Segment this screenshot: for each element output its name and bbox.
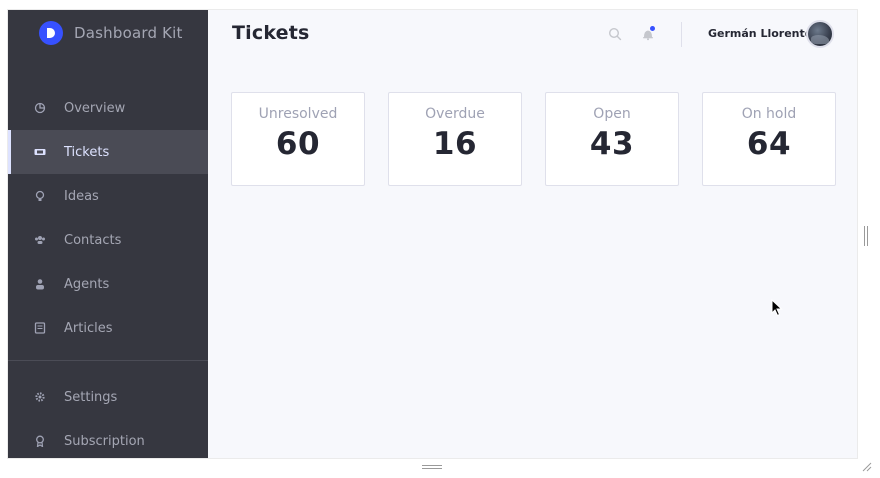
sidebar-item-label: Agents	[64, 276, 110, 292]
sidebar-nav: Overview Tickets Ideas Contacts Agents A…	[8, 86, 208, 350]
sidebar-item-contacts[interactable]: Contacts	[8, 218, 208, 262]
sidebar-item-subscription[interactable]: Subscription	[8, 419, 208, 458]
card-unresolved[interactable]: Unresolved 60	[231, 92, 365, 186]
sidebar-item-articles[interactable]: Articles	[8, 306, 208, 350]
brand-name: Dashboard Kit	[74, 24, 183, 42]
avatar[interactable]	[806, 20, 834, 48]
vertical-resize-handle[interactable]	[863, 225, 869, 247]
ticket-icon	[34, 146, 46, 158]
brand-logo-icon	[39, 21, 63, 45]
gear-icon	[34, 391, 46, 403]
header-divider	[681, 22, 682, 47]
sidebar-item-label: Tickets	[64, 144, 110, 160]
sidebar-bottom-nav: Settings Subscription	[8, 375, 208, 458]
book-icon	[34, 322, 46, 334]
card-label: On hold	[741, 106, 797, 122]
sidebar-item-settings[interactable]: Settings	[8, 375, 208, 419]
main-content: Tickets Germán Llorente Unresolved 60 Ov…	[208, 10, 857, 458]
sidebar-item-label: Articles	[64, 320, 113, 336]
card-on-hold[interactable]: On hold 64	[702, 92, 836, 186]
agent-icon	[34, 278, 46, 290]
sidebar-divider	[8, 360, 208, 361]
brand[interactable]: Dashboard Kit	[39, 21, 183, 45]
sidebar-item-ideas[interactable]: Ideas	[8, 174, 208, 218]
app-window: Dashboard Kit Overview Tickets Ideas Con…	[7, 9, 858, 459]
sidebar-item-label: Settings	[64, 389, 118, 405]
card-value: 64	[746, 126, 792, 162]
sidebar-item-label: Contacts	[64, 232, 122, 248]
card-value: 60	[275, 126, 321, 162]
mouse-cursor-icon	[771, 299, 783, 317]
horizontal-resize-handle[interactable]	[421, 464, 443, 470]
card-value: 16	[432, 126, 478, 162]
sidebar-item-label: Ideas	[64, 188, 99, 204]
sidebar-item-label: Subscription	[64, 433, 145, 449]
sidebar: Dashboard Kit Overview Tickets Ideas Con…	[8, 10, 208, 458]
corner-resize-handle[interactable]	[860, 460, 872, 472]
card-label: Overdue	[425, 106, 485, 122]
search-icon[interactable]	[608, 26, 622, 41]
page-title: Tickets	[232, 22, 310, 44]
contacts-icon	[34, 234, 46, 246]
card-value: 43	[589, 126, 635, 162]
sidebar-item-label: Overview	[64, 100, 126, 116]
lightbulb-icon	[34, 190, 46, 202]
ticket-summary-cards: Unresolved 60 Overdue 16 Open 43 On hold…	[231, 92, 836, 186]
pie-chart-icon	[34, 102, 46, 114]
card-label: Open	[593, 106, 631, 122]
sidebar-item-tickets[interactable]: Tickets	[8, 130, 208, 174]
sidebar-item-agents[interactable]: Agents	[8, 262, 208, 306]
card-open[interactable]: Open 43	[545, 92, 679, 186]
card-label: Unresolved	[258, 106, 338, 122]
notification-badge	[650, 26, 655, 31]
sidebar-item-overview[interactable]: Overview	[8, 86, 208, 130]
award-icon	[34, 435, 46, 447]
user-name[interactable]: Germán Llorente	[708, 27, 812, 40]
card-overdue[interactable]: Overdue 16	[388, 92, 522, 186]
